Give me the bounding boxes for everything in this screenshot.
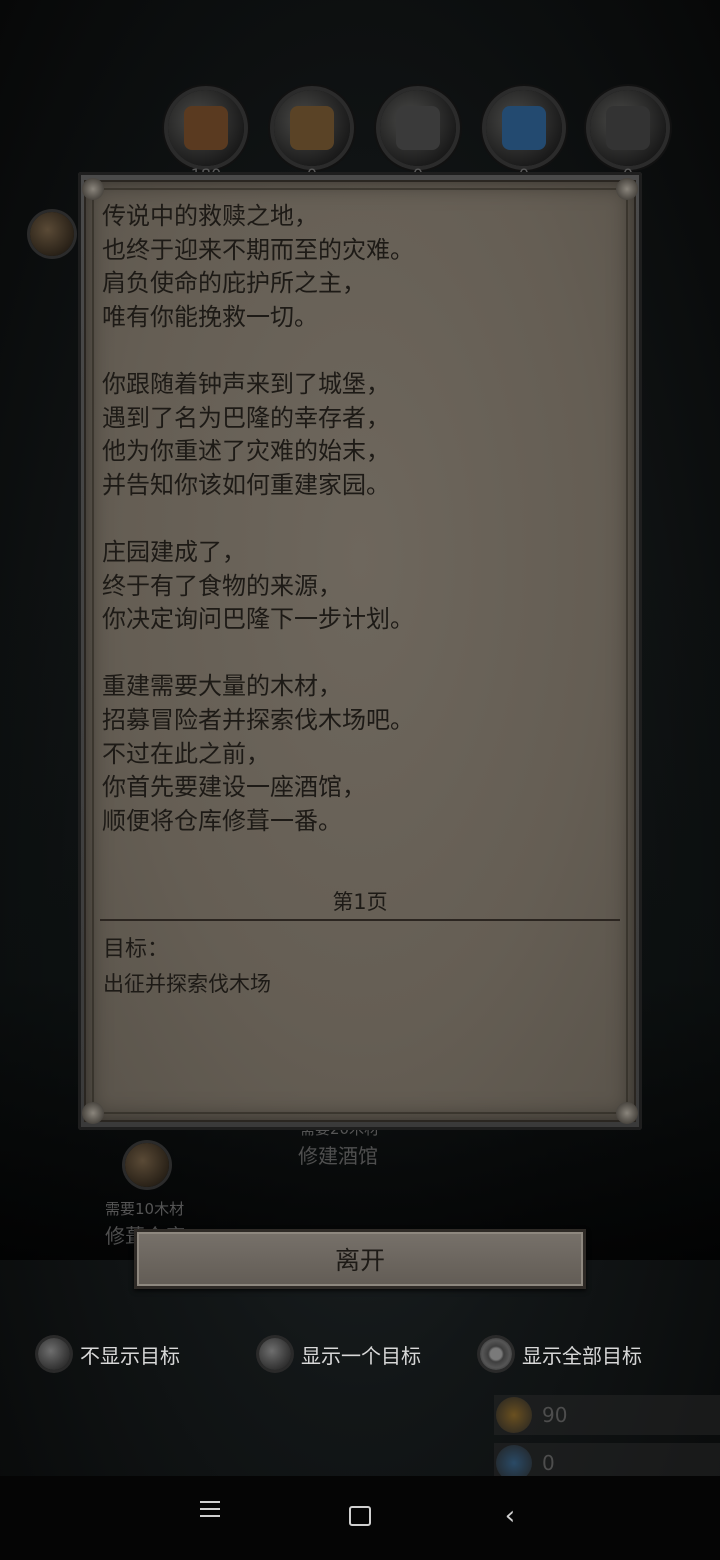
hammer-icon[interactable]	[30, 212, 74, 256]
game-screen: 1800000 需要20木材 修建酒馆 需要10木材 修葺仓库 传说中的救赎之地…	[0, 0, 720, 1560]
option-label: 显示一个目标	[301, 1343, 421, 1368]
divider	[100, 919, 620, 921]
menu-icon[interactable]	[190, 1496, 230, 1536]
story-line: 唯有你能挽救一切。	[102, 302, 318, 331]
crystal-swatch	[502, 106, 546, 150]
story-line: 也终于迎来不期而至的灾难。	[102, 235, 414, 264]
iron-icon	[590, 90, 666, 166]
back-icon[interactable]: ‹	[490, 1496, 530, 1536]
story-line: 肩负使命的庇护所之主，	[102, 269, 366, 298]
story-line: 顺便将仓库修葺一番。	[102, 806, 342, 835]
page-label: 第1页	[332, 890, 388, 914]
tavern-label: 修建酒馆	[298, 1144, 378, 1168]
leave-button[interactable]: 离开	[134, 1229, 586, 1289]
meat-icon	[168, 90, 244, 166]
stone-icon	[380, 90, 456, 166]
gold-value: 90	[542, 1403, 568, 1427]
story-line: 不过在此之前，	[102, 739, 270, 768]
crystal-icon	[486, 90, 562, 166]
story-paragraph: 传说中的救赎之地， 也终于迎来不期而至的灾难。 肩负使命的庇护所之主， 唯有你能挽救一…	[102, 200, 622, 334]
corner-ornament	[616, 178, 638, 200]
option-hide-goals[interactable]: 不显示目标	[38, 1334, 180, 1374]
option-label: 显示全部目标	[522, 1343, 642, 1368]
option-show-all-goals[interactable]: 显示全部目标	[480, 1334, 642, 1374]
corner-ornament	[82, 1102, 104, 1124]
story-paragraph: 庄园建成了， 终于有了食物的来源， 你决定询问巴隆下一步计划。	[102, 536, 622, 637]
corner-ornament	[82, 178, 104, 200]
story-line: 重建需要大量的木材，	[102, 672, 342, 701]
story-line: 招募冒险者并探索伐木场吧。	[102, 705, 414, 734]
gold-icon	[496, 1397, 532, 1433]
corner-ornament	[616, 1102, 638, 1124]
food-swatch	[184, 106, 228, 150]
wood-icon	[274, 90, 350, 166]
story-line: 遇到了名为巴隆的幸存者，	[102, 403, 390, 432]
story-line: 你跟随着钟声来到了城堡，	[102, 369, 390, 398]
goal-title: 目标：	[103, 937, 170, 962]
option-show-one-goal[interactable]: 显示一个目标	[259, 1334, 421, 1374]
wood-swatch	[290, 106, 334, 150]
story-line: 你首先要建设一座酒馆，	[102, 773, 366, 802]
gem-value: 0	[542, 1451, 555, 1475]
system-nav-bar: ‹	[0, 1476, 720, 1560]
story-line: 你决定询问巴隆下一步计划。	[102, 605, 414, 634]
story-text: 传说中的救赎之地， 也终于迎来不期而至的灾难。 肩负使命的庇护所之主， 唯有你能挽救一…	[102, 200, 622, 872]
warehouse-cost: 需要10木材	[105, 1200, 185, 1218]
story-paragraph: 重建需要大量的木材， 招募冒险者并探索伐木场吧。 不过在此之前， 你首先要建设一座酒馆…	[102, 670, 622, 838]
story-line: 传说中的救赎之地，	[102, 202, 318, 230]
story-paragraph: 你跟随着钟声来到了城堡， 遇到了名为巴隆的幸存者， 他为你重述了灾难的始末， 并告知你…	[102, 368, 622, 502]
stone-swatch	[396, 106, 440, 150]
iron-swatch	[606, 106, 650, 150]
radio-icon[interactable]	[480, 1338, 512, 1370]
story-line: 庄园建成了，	[102, 537, 246, 566]
home-icon[interactable]	[340, 1496, 380, 1536]
story-line: 并告知你该如何重建家园。	[102, 470, 390, 499]
story-line: 终于有了食物的来源，	[102, 571, 342, 600]
option-label: 不显示目标	[80, 1343, 180, 1368]
story-line: 他为你重述了灾难的始末，	[102, 437, 390, 466]
radio-icon[interactable]	[259, 1338, 291, 1370]
gold-counter: 90	[494, 1395, 720, 1435]
goal-text: 出征并探索伐木场	[103, 972, 271, 996]
hammer-icon[interactable]	[125, 1143, 169, 1187]
radio-icon[interactable]	[38, 1338, 70, 1370]
